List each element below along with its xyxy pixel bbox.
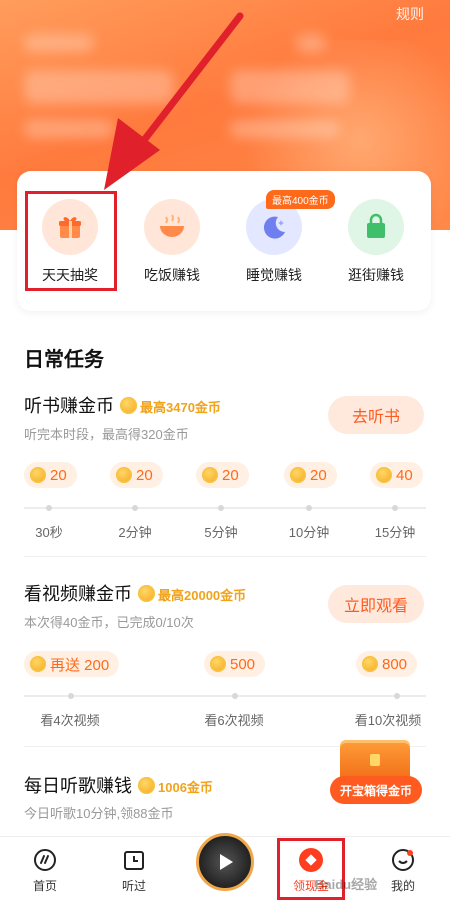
coin-icon	[376, 467, 392, 483]
tab-profile[interactable]: 我的	[368, 847, 438, 894]
tab-label: 我的	[390, 879, 415, 893]
coin-icon	[362, 656, 378, 672]
progress-tick: 15分钟	[374, 525, 416, 540]
watermark: Baidu经验	[315, 877, 378, 892]
play-icon	[220, 854, 233, 870]
progress-tick: 2分钟	[118, 525, 152, 540]
task-subtitle: 听完本时段，最高得320金币	[24, 427, 189, 442]
reward-pill: 20	[24, 462, 77, 488]
reward-pill: 20	[284, 462, 337, 488]
task-reward: 1006金币	[158, 780, 213, 795]
task-subtitle: 本次得40金币，已完成0/10次	[24, 615, 194, 630]
divider	[24, 556, 426, 557]
task-reward: 最高3470金币	[140, 400, 221, 415]
progress-tick: 看10次视频	[354, 713, 422, 728]
home-gauge-icon	[32, 847, 58, 873]
tab-home[interactable]: 首页	[10, 847, 80, 894]
coin-icon	[202, 467, 218, 483]
profile-icon	[390, 847, 416, 873]
tab-label: 听过	[121, 879, 146, 893]
progress-tick: 10分钟	[288, 525, 330, 540]
coin-icon	[210, 656, 226, 672]
treasure-chest-button[interactable]: 开宝箱得金币	[330, 740, 422, 810]
task-name: 听书赚金币	[24, 396, 114, 416]
play-button[interactable]	[196, 833, 254, 891]
bottom-tab-bar: 首页 听过 领现金 我的	[0, 833, 450, 920]
reward-pill: 40	[370, 462, 423, 488]
tab-history[interactable]: 听过	[99, 847, 169, 894]
watch-now-button[interactable]: 立即观看	[328, 585, 424, 623]
coin-icon	[30, 467, 46, 483]
task-reward: 最高20000金币	[158, 588, 247, 603]
history-icon	[121, 847, 147, 873]
progress-track	[24, 505, 426, 511]
coin-icon	[290, 467, 306, 483]
coin-icon	[138, 777, 155, 794]
task-title: 每日听歌赚钱 1006金币	[24, 772, 213, 798]
progress-tick: 5分钟	[204, 525, 238, 540]
progress-tick: 看4次视频	[40, 713, 100, 728]
task-subtitle: 今日听歌10分钟,领88金币	[24, 806, 174, 821]
reward-pill: 800	[356, 651, 418, 677]
reward-pill: 20	[110, 462, 163, 488]
task-name: 看视频赚金币	[24, 584, 132, 604]
progress-tick: 看6次视频	[204, 713, 264, 728]
task-title: 看视频赚金币 最高20000金币	[24, 580, 246, 606]
task-title: 听书赚金币 最高3470金币	[24, 392, 221, 418]
reward-pill: 20	[196, 462, 249, 488]
tab-label: 首页	[32, 879, 57, 893]
reward-pill: 再送 200	[24, 651, 120, 677]
section-title: 日常任务	[24, 349, 104, 371]
coin-icon	[30, 656, 46, 672]
coin-icon	[120, 397, 137, 414]
progress-track	[24, 693, 426, 699]
listen-book-button[interactable]: 去听书	[328, 396, 424, 434]
reward-pill: 500	[204, 651, 266, 677]
task-name: 每日听歌赚钱	[24, 776, 132, 796]
coin-icon	[116, 467, 132, 483]
coin-icon	[138, 585, 155, 602]
chest-label: 开宝箱得金币	[330, 776, 422, 804]
progress-tick: 30秒	[35, 525, 63, 540]
